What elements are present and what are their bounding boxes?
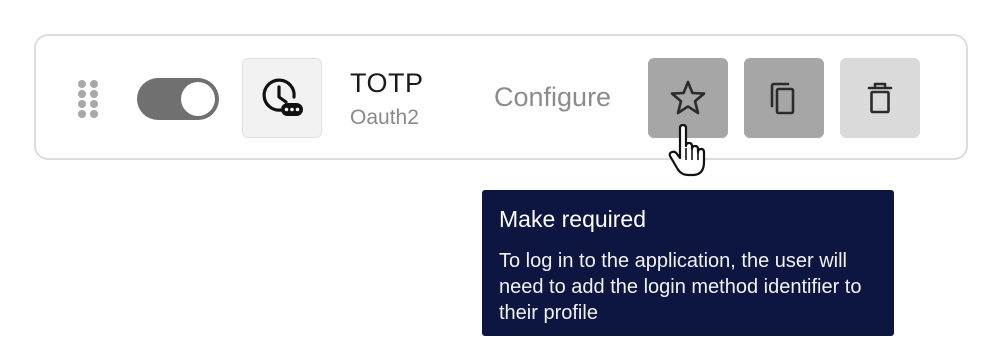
method-icon-box: [242, 58, 322, 138]
trash-icon: [867, 82, 893, 114]
make-required-tooltip: Make required To log in to the applicati…: [482, 190, 894, 336]
tooltip-title: Make required: [499, 206, 647, 232]
duplicate-button[interactable]: [744, 58, 824, 138]
hand-pointer-cursor-icon: [668, 124, 706, 177]
method-subtitle: Oauth2: [350, 106, 419, 129]
star-icon: [670, 80, 706, 115]
drag-handle-icon[interactable]: [78, 80, 102, 118]
copy-icon: [770, 82, 795, 115]
method-enabled-toggle[interactable]: [137, 78, 219, 120]
delete-button[interactable]: [840, 58, 920, 138]
tooltip-body: To log in to the application, the user w…: [499, 250, 862, 324]
clock-with-password-icon: [262, 78, 303, 116]
configure-link[interactable]: Configure: [494, 82, 611, 113]
toggle-knob: [181, 82, 215, 116]
method-title: TOTP: [350, 68, 424, 98]
